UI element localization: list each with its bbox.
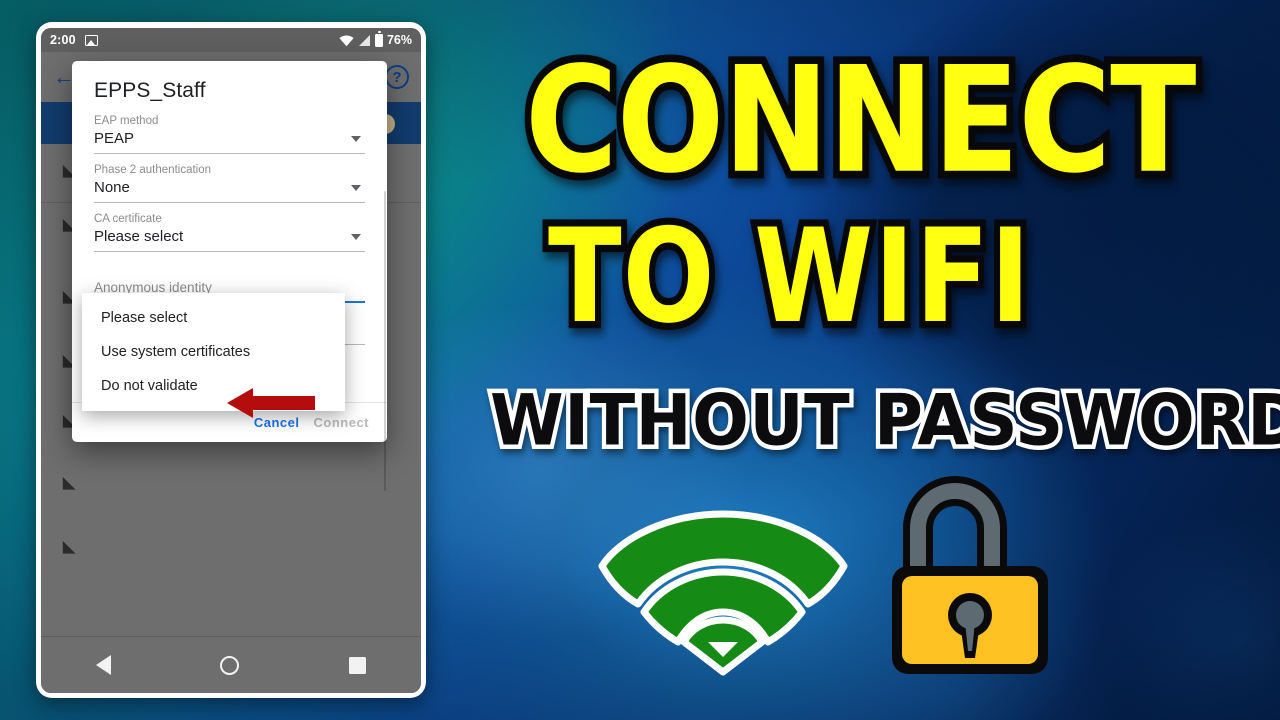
status-bar: 2:00 76% xyxy=(41,28,421,52)
dialog-scrollbar[interactable] xyxy=(383,191,386,491)
image-icon xyxy=(84,34,98,46)
dropdown-item-please-select[interactable]: Please select xyxy=(82,301,345,335)
wifi-signal-icon xyxy=(598,510,848,676)
field-value: None xyxy=(94,179,130,196)
field-underline xyxy=(94,202,365,203)
eap-method-field[interactable]: EAP method PEAP xyxy=(94,115,365,154)
android-nav-bar xyxy=(41,636,421,693)
phase2-auth-field[interactable]: Phase 2 authentication None xyxy=(94,164,365,203)
headline-line-3: WITHOUT PASSWORD xyxy=(486,379,1280,462)
wifi-signal-icon xyxy=(56,476,76,496)
chevron-down-icon[interactable] xyxy=(351,234,361,240)
field-underline xyxy=(94,153,365,154)
wifi-icon xyxy=(339,34,354,46)
headline-line-1: CONNECT xyxy=(518,36,1203,207)
chevron-down-icon[interactable] xyxy=(351,136,361,142)
field-label: Phase 2 authentication xyxy=(94,164,212,176)
field-underline xyxy=(94,251,365,252)
chevron-down-icon[interactable] xyxy=(351,185,361,191)
nav-back-icon[interactable] xyxy=(95,655,111,675)
headline-line-2: TO WIFI xyxy=(542,202,1036,353)
field-value: PEAP xyxy=(94,130,135,147)
nav-recents-icon[interactable] xyxy=(349,656,367,674)
red-arrow-pointer xyxy=(227,388,315,418)
nav-home-icon[interactable] xyxy=(220,655,240,675)
help-circle-icon[interactable]: ? xyxy=(385,65,409,89)
connect-button[interactable]: Connect xyxy=(314,415,370,430)
screenshot-canvas: 2:00 76% ← ? EPPS_Staff EAP method PEAP … xyxy=(0,0,1280,720)
battery-percent: 76% xyxy=(386,33,412,47)
field-value: Please select xyxy=(94,228,184,245)
dialog-title: EPPS_Staff xyxy=(94,79,206,102)
phone-frame: 2:00 76% ← ? EPPS_Staff EAP method PEAP … xyxy=(36,22,426,698)
phone-screen: 2:00 76% ← ? EPPS_Staff EAP method PEAP … xyxy=(41,28,421,693)
cellular-signal-icon xyxy=(358,34,370,46)
status-right-icons: 76% xyxy=(339,31,412,47)
wifi-signal-icon xyxy=(56,540,76,560)
list-item[interactable] xyxy=(41,462,421,514)
battery-icon xyxy=(374,31,383,47)
list-item[interactable] xyxy=(41,526,421,578)
dropdown-item-use-system-certificates[interactable]: Use system certificates xyxy=(82,335,345,369)
ca-certificate-field[interactable]: CA certificate Please select xyxy=(94,213,365,252)
status-time: 2:00 xyxy=(50,33,76,47)
field-label: CA certificate xyxy=(94,213,162,225)
field-label: EAP method xyxy=(94,115,159,127)
open-padlock-icon xyxy=(892,476,1048,674)
